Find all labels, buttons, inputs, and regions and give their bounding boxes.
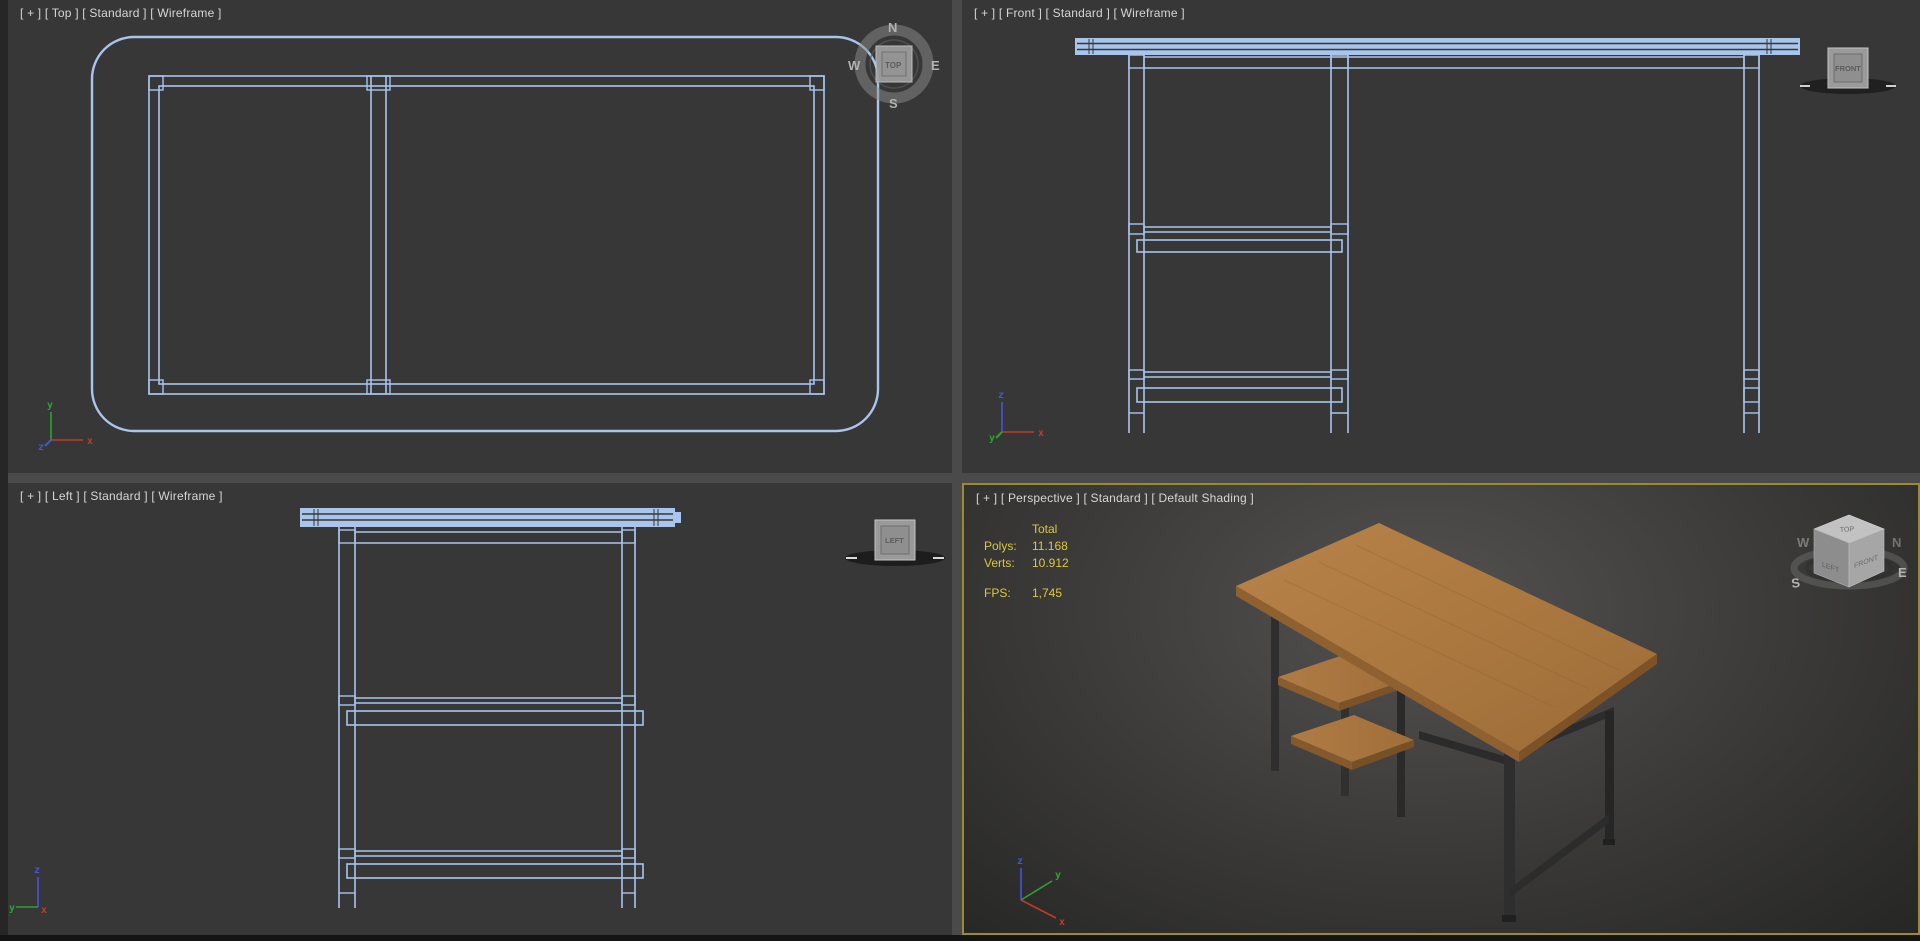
axis-z-label: z xyxy=(998,390,1004,401)
axis-x-label: x xyxy=(87,436,93,447)
viewcube-perspective[interactable]: S E W N TOP LEFT FRONT xyxy=(1790,514,1908,591)
axis-tripod-front: z x y xyxy=(989,390,1044,444)
compass-east[interactable]: E xyxy=(931,58,940,73)
axis-y-label: y xyxy=(1055,870,1061,881)
shelf2-front-view xyxy=(1128,369,1760,403)
desk-model-top-view[interactable] xyxy=(90,35,880,433)
viewport-left-label[interactable]: [ + ] [ Left ] [ Standard ] [ Wireframe … xyxy=(20,489,223,503)
viewport-left[interactable]: [ + ] [ Left ] [ Standard ] [ Wireframe … xyxy=(8,483,952,935)
viewport-front-label[interactable]: [ + ] [ Front ] [ Standard ] [ Wireframe… xyxy=(974,6,1185,20)
frame-inner xyxy=(158,85,815,385)
desk-model-front-view[interactable] xyxy=(1075,38,1800,433)
axis-y-label: y xyxy=(989,433,995,444)
viewport-perspective[interactable]: [ + ] [ Perspective ] [ Standard ] [ Def… xyxy=(962,483,1920,935)
left-edge-strip xyxy=(0,0,8,941)
bottom-edge-strip xyxy=(0,935,1920,941)
stats-row-fps: FPS: 1,745 xyxy=(984,585,1069,602)
top-view-canvas: N W E S TOP y x z xyxy=(38,20,940,453)
axis-tripod-left: z y x xyxy=(9,865,47,916)
compass-west[interactable]: W xyxy=(848,58,861,73)
shelf2-left-view xyxy=(338,848,644,879)
stats-fps-value: 1,745 xyxy=(1032,586,1063,600)
stats-verts-value: 10.912 xyxy=(1032,556,1069,570)
axis-y-label: y xyxy=(9,903,15,914)
viewport-top[interactable]: [ + ] [ Top ] [ Standard ] [ Wireframe ] xyxy=(8,0,952,473)
axis-tripod-top: y x z xyxy=(38,400,93,453)
frame-outer xyxy=(148,75,825,395)
axis-z-label: z xyxy=(1017,856,1023,867)
compass-north[interactable]: N xyxy=(1892,535,1901,550)
compass-west[interactable]: W xyxy=(1797,535,1810,550)
stats-fps-label: FPS: xyxy=(984,586,1011,600)
stats-row-verts: Verts: 10.912 xyxy=(984,555,1069,572)
shelf2-board xyxy=(1291,715,1414,770)
viewport-perspective-label[interactable]: [ + ] [ Perspective ] [ Standard ] [ Def… xyxy=(976,491,1254,505)
statistics-overlay: Total Polys: 11.168 Verts: 10.912 FPS: 1… xyxy=(984,521,1069,602)
shelf1-front-view xyxy=(1128,223,1349,253)
compass-north[interactable]: N xyxy=(888,20,897,35)
shelf1-left-view xyxy=(338,695,644,726)
viewcube-top[interactable]: N W E S TOP xyxy=(848,20,940,111)
compass-east[interactable]: E xyxy=(1898,565,1907,580)
axis-x-label: x xyxy=(41,905,47,916)
viewcube-face-label: LEFT xyxy=(885,536,904,545)
viewcube-face-label: FRONT xyxy=(1835,64,1861,73)
viewcube-left[interactable]: LEFT xyxy=(845,519,945,566)
desk-model-perspective[interactable] xyxy=(1236,523,1657,922)
left-view-canvas: LEFT z y x xyxy=(9,508,945,916)
stats-header: Total xyxy=(1032,522,1058,536)
viewport-grid: [ + ] [ Top ] [ Standard ] [ Wireframe ] xyxy=(0,0,1920,941)
front-view-canvas: FRONT z x y xyxy=(989,38,1896,444)
axis-tripod-perspective: z y x xyxy=(1017,856,1065,928)
desktop-slab xyxy=(1075,38,1800,55)
leg-cross-sections xyxy=(148,75,825,395)
stats-verts-label: Verts: xyxy=(984,556,1015,570)
compass-south[interactable]: S xyxy=(889,96,898,111)
stats-polys-value: 11.168 xyxy=(1032,539,1068,553)
axis-z-label: z xyxy=(38,442,44,453)
axis-x-label: x xyxy=(1059,917,1065,928)
tabletop xyxy=(1236,523,1657,762)
axis-y-label: y xyxy=(47,400,53,411)
viewcube-top-label: TOP xyxy=(1840,526,1855,534)
viewport-top-label[interactable]: [ + ] [ Top ] [ Standard ] [ Wireframe ] xyxy=(20,6,222,20)
perspective-view-canvas: S E W N TOP LEFT FRONT z y x xyxy=(1017,514,1908,928)
axis-z-label: z xyxy=(34,865,40,876)
stats-row-polys: Polys: 11.168 xyxy=(984,538,1069,555)
axis-x-label: x xyxy=(1038,428,1044,439)
viewport-front[interactable]: [ + ] [ Front ] [ Standard ] [ Wireframe… xyxy=(962,0,1920,473)
viewcube-face-label: TOP xyxy=(885,61,902,70)
stats-polys-label: Polys: xyxy=(984,539,1017,553)
desktop-slab xyxy=(300,508,675,527)
viewcube-front[interactable]: FRONT xyxy=(1800,47,1896,94)
desktop-outline xyxy=(90,35,880,433)
desk-model-left-view[interactable] xyxy=(300,508,681,908)
